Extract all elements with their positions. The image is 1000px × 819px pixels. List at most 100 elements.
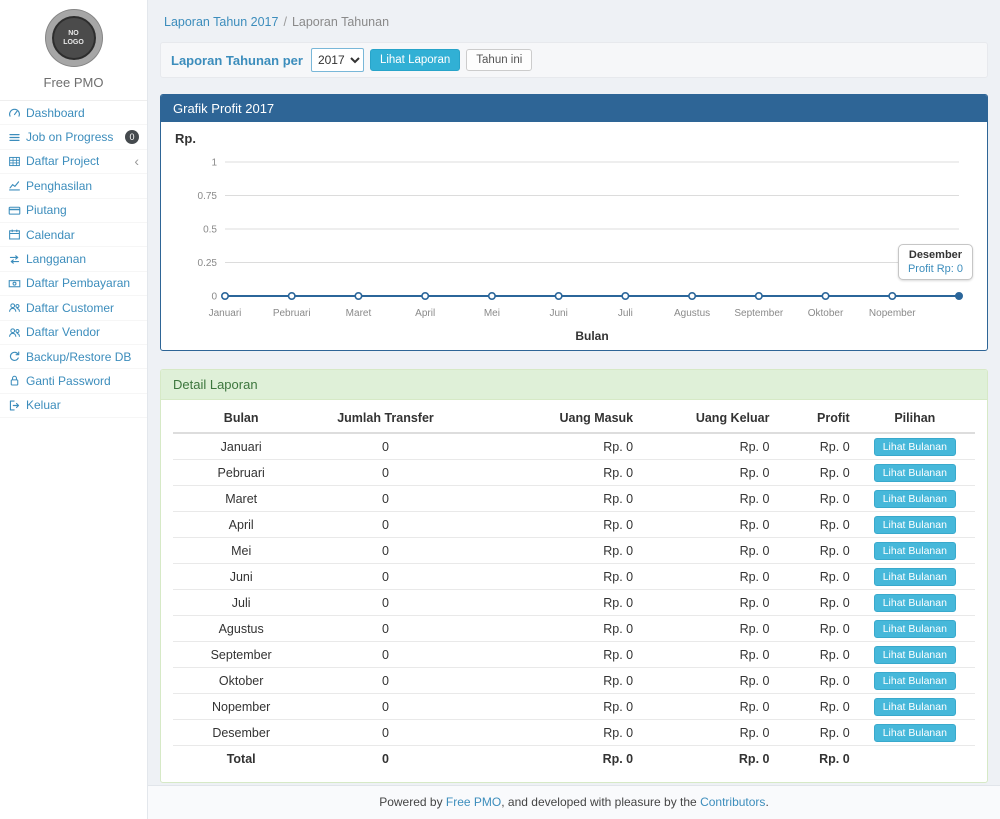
profit-cell: Rp. 0 [774, 590, 854, 616]
sidebar-item-piutang[interactable]: Piutang [0, 199, 147, 223]
sidebar-item-daftar-project[interactable]: Daftar Project‹ [0, 150, 147, 174]
sidebar-item-ganti-password[interactable]: Ganti Password [0, 369, 147, 393]
month-cell: Januari [173, 433, 309, 460]
lihat-bulanan-button[interactable]: Lihat Bulanan [874, 724, 956, 742]
profit-cell: Rp. 0 [774, 694, 854, 720]
table-row: Oktober0Rp. 0Rp. 0Rp. 0Lihat Bulanan [173, 668, 975, 694]
sidebar-menu: Dashboard Job on Progress0Daftar Project‹… [0, 101, 147, 418]
report-filter-bar: Laporan Tahunan per 2017 Lihat Laporan T… [160, 42, 988, 78]
sidebar-item-penghasilan[interactable]: Penghasilan [0, 174, 147, 198]
users-icon [8, 301, 21, 314]
lihat-bulanan-button[interactable]: Lihat Bulanan [874, 490, 956, 508]
no-logo-text: NO LOGO [60, 29, 88, 48]
svg-text:Maret: Maret [346, 308, 372, 319]
total-label: Total [173, 746, 309, 769]
sidebar-item-daftar-vendor[interactable]: Daftar Vendor [0, 321, 147, 345]
table-row: Agustus0Rp. 0Rp. 0Rp. 0Lihat Bulanan [173, 616, 975, 642]
table-icon [8, 155, 21, 168]
svg-text:Nopember: Nopember [869, 308, 916, 319]
sidebar-item-label: Daftar Vendor [26, 325, 100, 339]
sidebar-item-label: Calendar [26, 228, 75, 242]
sidebar-item-langganan[interactable]: Langganan [0, 247, 147, 271]
column-header-uang-masuk: Uang Masuk [462, 404, 638, 433]
profit-cell: Rp. 0 [774, 642, 854, 668]
content: Laporan Tahun 2017/Laporan Tahunan Lapor… [148, 0, 1000, 785]
footer-text-suffix: . [765, 795, 768, 809]
uang-masuk-cell: Rp. 0 [462, 486, 638, 512]
lihat-laporan-button[interactable]: Lihat Laporan [370, 49, 460, 71]
column-header-pilihan: Pilihan [855, 404, 975, 433]
sidebar-item-calendar[interactable]: Calendar [0, 223, 147, 247]
month-cell: Maret [173, 486, 309, 512]
lihat-bulanan-button[interactable]: Lihat Bulanan [874, 438, 956, 456]
svg-text:Pebruari: Pebruari [273, 308, 311, 319]
sidebar-item-daftar-pembayaran[interactable]: Daftar Pembayaran [0, 272, 147, 296]
svg-text:0: 0 [211, 292, 217, 303]
svg-text:0.5: 0.5 [203, 225, 217, 236]
calendar-icon [8, 228, 21, 241]
tasks-icon [8, 131, 21, 144]
lihat-bulanan-button[interactable]: Lihat Bulanan [874, 698, 956, 716]
profit-cell: Rp. 0 [774, 460, 854, 486]
sidebar-item-job-on-progress[interactable]: Job on Progress0 [0, 125, 147, 149]
lihat-bulanan-button[interactable]: Lihat Bulanan [874, 568, 956, 586]
no-logo-badge: NO LOGO [46, 10, 102, 66]
profit-cell: Rp. 0 [774, 720, 854, 746]
chart-currency-label: Rp. [175, 131, 196, 146]
exchange-icon [8, 253, 21, 266]
svg-text:Bulan: Bulan [575, 329, 608, 343]
month-cell: Oktober [173, 668, 309, 694]
uang-keluar-cell: Rp. 0 [638, 512, 774, 538]
lihat-bulanan-button[interactable]: Lihat Bulanan [874, 542, 956, 560]
tahun-ini-button[interactable]: Tahun ini [466, 49, 532, 71]
detail-panel-title: Detail Laporan [161, 370, 987, 400]
lihat-bulanan-button[interactable]: Lihat Bulanan [874, 594, 956, 612]
breadcrumb-link-laporan-tahun[interactable]: Laporan Tahun 2017 [164, 15, 278, 29]
sidebar-item-daftar-customer[interactable]: Daftar Customer [0, 296, 147, 320]
uang-masuk-cell: Rp. 0 [462, 538, 638, 564]
lihat-bulanan-button[interactable]: Lihat Bulanan [874, 620, 956, 638]
svg-text:1: 1 [211, 158, 217, 169]
svg-text:Agustus: Agustus [674, 308, 710, 319]
chart-tooltip: Desember Profit Rp: 0 [898, 244, 973, 280]
sidebar-item-dashboard[interactable]: Dashboard [0, 101, 147, 125]
sidebar-item-label: Penghasilan [26, 179, 92, 193]
action-cell: Lihat Bulanan [855, 720, 975, 746]
contributors-link[interactable]: Contributors [700, 795, 765, 809]
sidebar-item-label: Backup/Restore DB [26, 350, 131, 364]
transfer-count-cell: 0 [309, 694, 461, 720]
action-cell: Lihat Bulanan [855, 486, 975, 512]
column-header-bulan: Bulan [173, 404, 309, 433]
svg-text:Mei: Mei [484, 308, 500, 319]
total-row: Total0Rp. 0Rp. 0Rp. 0 [173, 746, 975, 769]
sidebar-item-label: Piutang [26, 203, 67, 217]
sidebar-item-backup-restore-db[interactable]: Backup/Restore DB [0, 345, 147, 369]
lock-icon [8, 374, 21, 387]
svg-text:Januari: Januari [209, 308, 242, 319]
transfer-count-cell: 0 [309, 512, 461, 538]
month-cell: Pebruari [173, 460, 309, 486]
column-header-profit: Profit [774, 404, 854, 433]
lihat-bulanan-button[interactable]: Lihat Bulanan [874, 672, 956, 690]
sidebar-item-keluar[interactable]: Keluar [0, 394, 147, 418]
transfer-count-cell: 0 [309, 538, 461, 564]
brand-name: Free PMO [0, 75, 147, 90]
sidebar-item-label: Daftar Project [26, 154, 99, 168]
lihat-bulanan-button[interactable]: Lihat Bulanan [874, 464, 956, 482]
uang-masuk-cell: Rp. 0 [462, 460, 638, 486]
breadcrumb-separator: / [283, 15, 286, 29]
action-cell: Lihat Bulanan [855, 460, 975, 486]
transfer-count-cell: 0 [309, 616, 461, 642]
gauge-icon [8, 106, 21, 119]
monthly-report-table: BulanJumlah TransferUang MasukUang Kelua… [173, 404, 975, 768]
lihat-bulanan-button[interactable]: Lihat Bulanan [874, 516, 956, 534]
action-cell: Lihat Bulanan [855, 433, 975, 460]
lihat-bulanan-button[interactable]: Lihat Bulanan [874, 646, 956, 664]
action-cell: Lihat Bulanan [855, 668, 975, 694]
uang-keluar-cell: Rp. 0 [638, 433, 774, 460]
free-pmo-link[interactable]: Free PMO [446, 795, 501, 809]
uang-masuk-cell: Rp. 0 [462, 616, 638, 642]
breadcrumb: Laporan Tahun 2017/Laporan Tahunan [160, 0, 988, 42]
year-select[interactable]: 2017 [311, 48, 364, 72]
sidebar-item-label: Dashboard [26, 106, 85, 120]
